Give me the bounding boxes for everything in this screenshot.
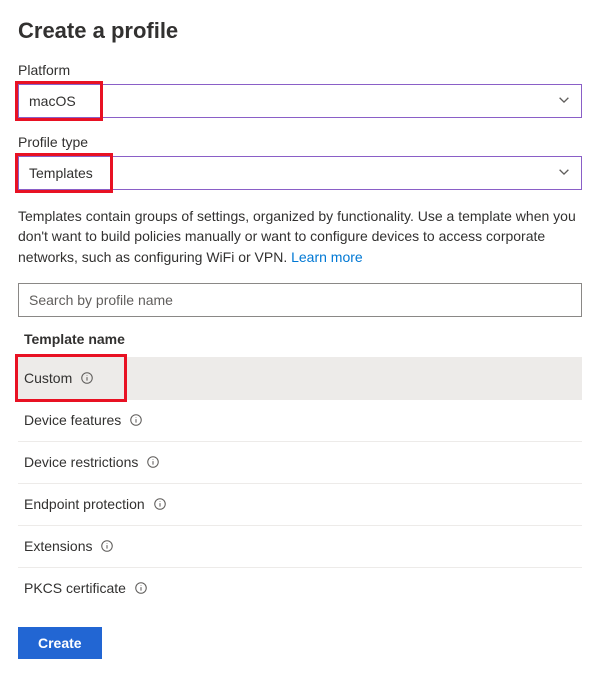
learn-more-link[interactable]: Learn more [291,249,363,265]
profile-type-label: Profile type [18,134,582,150]
search-input[interactable] [18,283,582,317]
templates-description: Templates contain groups of settings, or… [18,206,582,267]
template-label: Device restrictions [24,454,138,470]
create-button[interactable]: Create [18,627,102,659]
info-icon[interactable] [134,581,148,595]
info-icon[interactable] [100,539,114,553]
info-icon[interactable] [153,497,167,511]
platform-select[interactable]: macOS [18,84,582,118]
platform-value: macOS [29,93,76,109]
template-row-pkcs-certificate[interactable]: PKCS certificate [18,567,582,609]
info-icon[interactable] [129,413,143,427]
page-title: Create a profile [18,18,582,44]
template-row-device-features[interactable]: Device features [18,399,582,441]
template-row-device-restrictions[interactable]: Device restrictions [18,441,582,483]
platform-label: Platform [18,62,582,78]
template-name-header[interactable]: Template name [18,331,582,357]
info-icon[interactable] [146,455,160,469]
template-label: Endpoint protection [24,496,145,512]
template-label: Custom [24,370,72,386]
template-label: Device features [24,412,121,428]
chevron-down-icon [557,93,571,110]
info-icon[interactable] [80,371,94,385]
template-list: Custom Device features Device restrictio… [18,357,582,609]
chevron-down-icon [557,165,571,182]
template-row-extensions[interactable]: Extensions [18,525,582,567]
template-label: Extensions [24,538,92,554]
template-row-endpoint-protection[interactable]: Endpoint protection [18,483,582,525]
template-row-custom[interactable]: Custom [18,357,582,399]
profile-type-value: Templates [29,165,93,181]
template-label: PKCS certificate [24,580,126,596]
profile-type-select[interactable]: Templates [18,156,582,190]
